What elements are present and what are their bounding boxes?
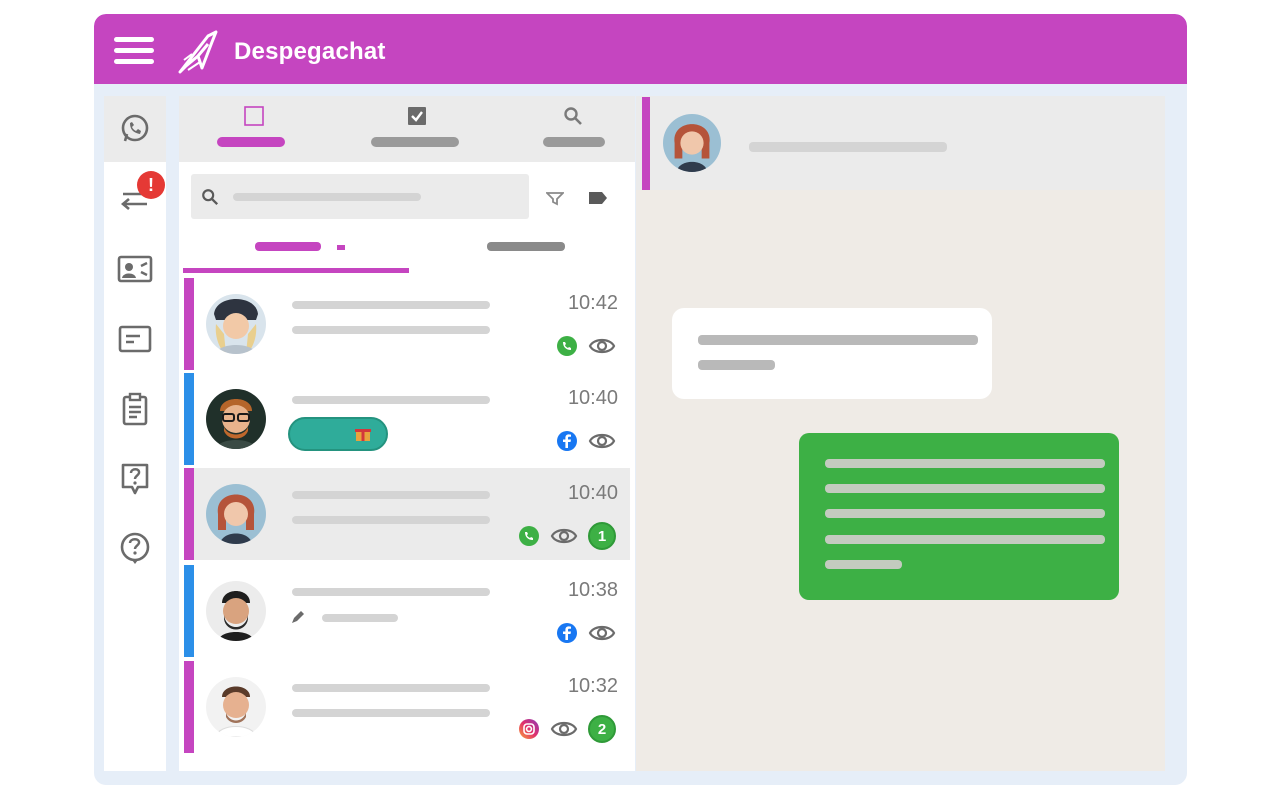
avatar: [206, 581, 266, 641]
conversation-item[interactable]: 10:32 2: [184, 661, 630, 753]
message-time: 10:38: [567, 579, 618, 601]
conversation-item[interactable]: 10:40: [184, 373, 630, 465]
sidebar-item-transfers[interactable]: !: [104, 166, 166, 232]
avatar: [206, 294, 266, 354]
checkbox-checked-icon: [408, 107, 426, 125]
conversation-item[interactable]: 10:42: [184, 278, 630, 370]
tab-resolved[interactable]: [371, 96, 461, 162]
whatsapp-icon: [519, 526, 539, 546]
gift-icon: [355, 429, 371, 441]
sidebar-item-help[interactable]: [104, 516, 166, 582]
avatar: [206, 677, 266, 737]
checkbox-empty-icon: [244, 106, 264, 126]
contact-avatar[interactable]: [663, 114, 721, 172]
question-bubble-icon: [121, 463, 149, 495]
tag-chip[interactable]: [288, 417, 388, 451]
brand-name: Despegachat: [234, 38, 386, 65]
message-time: 10:42: [567, 292, 618, 314]
avatar: [206, 389, 266, 449]
sidebar-item-contacts[interactable]: [104, 236, 166, 302]
contact-card-icon: [117, 255, 153, 283]
unread-count-badge: 2: [588, 715, 616, 743]
app-frame: Despegachat ! 10:42 10:40 10:40 1 10:38 …: [94, 14, 1187, 785]
filter-icon[interactable]: [546, 190, 564, 206]
subtab-underline: [183, 268, 409, 273]
tab-open[interactable]: [217, 96, 287, 162]
tag-icon[interactable]: [587, 189, 609, 207]
menu-icon[interactable]: [114, 37, 154, 65]
conversation-list-panel: 10:42 10:40 10:40 1 10:38 10:32 2: [179, 96, 635, 771]
sidebar-item-faq[interactable]: [104, 446, 166, 512]
subtab-bar: [179, 232, 635, 272]
subtab-counter: [337, 245, 345, 250]
eye-icon[interactable]: [550, 526, 578, 546]
conversation-item-selected[interactable]: 10:40 1: [184, 468, 630, 560]
conversation-item[interactable]: 10:38: [184, 565, 630, 657]
help-circle-icon: [120, 532, 150, 564]
sidebar-item-messages[interactable]: [104, 306, 166, 372]
top-bar: Despegachat: [94, 14, 1187, 84]
facebook-icon: [557, 431, 577, 451]
facebook-icon: [557, 623, 577, 643]
unread-count-badge: 1: [588, 522, 616, 550]
sidebar-item-whatsapp[interactable]: [104, 96, 166, 162]
subtab-all[interactable]: [487, 242, 565, 251]
chat-header: [636, 96, 1165, 190]
search-input[interactable]: [191, 174, 529, 219]
tab-search[interactable]: [543, 96, 607, 162]
whatsapp-icon: [557, 336, 577, 356]
message-time: 10:32: [567, 675, 618, 697]
pencil-icon: [292, 611, 304, 623]
incoming-message-bubble: [672, 308, 992, 399]
eye-icon[interactable]: [588, 431, 616, 451]
chat-panel: [636, 96, 1165, 771]
sidebar-rail: !: [104, 96, 166, 771]
sidebar-item-tasks[interactable]: [104, 376, 166, 442]
eye-icon[interactable]: [550, 719, 578, 739]
subtab-mine[interactable]: [255, 242, 321, 251]
avatar: [206, 484, 266, 544]
instagram-icon: [519, 719, 539, 739]
tab-bar: [179, 96, 635, 162]
whatsapp-icon: [121, 114, 149, 142]
eye-icon[interactable]: [588, 623, 616, 643]
search-icon: [202, 189, 219, 206]
message-time: 10:40: [567, 387, 618, 409]
message-icon: [118, 325, 152, 353]
search-row: [179, 162, 635, 232]
rocket-logo-icon: [178, 30, 218, 74]
alert-badge: !: [137, 171, 165, 199]
search-icon: [564, 107, 582, 125]
clipboard-icon: [122, 392, 148, 426]
message-time: 10:40: [567, 482, 618, 504]
outgoing-message-bubble: [799, 433, 1119, 600]
eye-icon[interactable]: [588, 336, 616, 356]
